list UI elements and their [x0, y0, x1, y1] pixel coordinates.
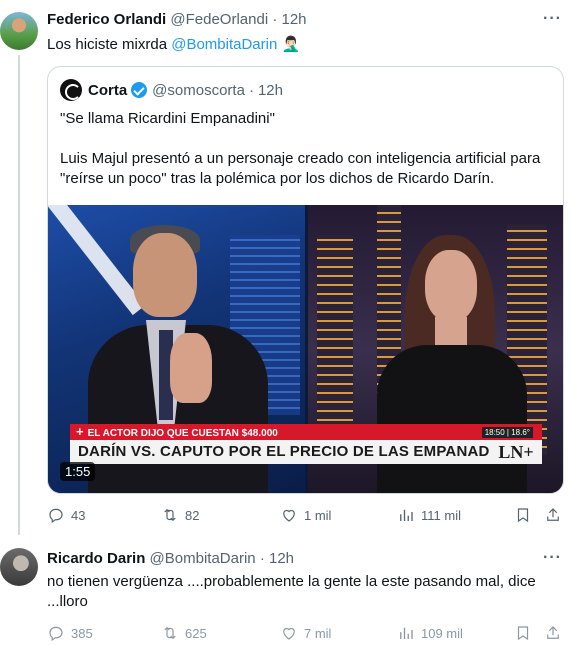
like-count: 7 mil — [304, 625, 332, 641]
author-name[interactable]: Ricardo Darin — [47, 550, 145, 567]
more-options-icon[interactable]: ··· — [543, 549, 562, 567]
video-player[interactable]: + EL ACTOR DIJO QUE CUESTAN $48.000 18:50… — [48, 205, 563, 493]
tweet-header: Ricardo Darin @BombitaDarin · 12h — [47, 550, 294, 567]
share-button[interactable] — [544, 624, 568, 642]
separator-dot: · — [248, 81, 254, 99]
quoted-author-name[interactable]: Corta — [88, 82, 127, 99]
tweet-header: Federico Orlandi @FedeOrlandi · 12h — [47, 11, 307, 28]
reply-count: 385 — [71, 625, 93, 641]
views-count: 111 mil — [421, 507, 461, 523]
tweet-text: no tienen vergüenza ....probablemente la… — [47, 573, 536, 610]
timestamp[interactable]: 12h — [269, 550, 294, 567]
news-ticker-main: DARÍN VS. CAPUTO POR EL PRECIO DE LAS EM… — [70, 440, 511, 464]
views-button[interactable]: 111 mil — [397, 506, 461, 524]
video-duration: 1:55 — [60, 462, 96, 481]
reply-button[interactable]: 43 — [47, 506, 85, 524]
more-options-icon[interactable]: ··· — [543, 10, 562, 28]
share-icon — [547, 508, 559, 521]
like-count: 1 mil — [304, 507, 332, 523]
separator-dot: · — [272, 11, 278, 28]
share-icon — [547, 626, 559, 639]
repost-button[interactable]: 82 — [161, 506, 199, 524]
repost-count: 625 — [185, 625, 207, 641]
like-icon — [283, 509, 295, 522]
reply-count: 43 — [71, 507, 86, 523]
quoted-text-line2: Luis Majul presentó a un personaje cread… — [60, 150, 541, 187]
like-icon — [283, 627, 295, 640]
views-icon — [400, 627, 413, 639]
reply-button[interactable]: 385 — [47, 624, 93, 642]
reply-icon — [49, 626, 63, 642]
tweet-actions: 43 82 1 mil 111 mil — [47, 506, 567, 526]
repost-button[interactable]: 625 — [161, 624, 207, 642]
author-handle[interactable]: @FedeOrlandi — [170, 11, 268, 28]
reply-icon — [49, 508, 63, 524]
quoted-text-line1: "Se llama Ricardini Empanadini" — [60, 110, 275, 127]
repost-icon — [164, 626, 176, 640]
quoted-timestamp[interactable]: 12h — [258, 82, 283, 99]
broadcast-clock: 18:50 | 18.6° — [481, 427, 533, 438]
ticker-top-text: EL ACTOR DIJO QUE CUESTAN $48.000 — [87, 428, 278, 439]
bookmark-icon — [517, 508, 529, 523]
views-button[interactable]: 109 mil — [397, 624, 463, 642]
tweet-actions: 385 625 7 mil 109 mil — [47, 624, 567, 644]
timestamp[interactable]: 12h — [282, 11, 307, 28]
repost-icon — [164, 508, 176, 522]
like-button[interactable]: 1 mil — [280, 506, 331, 524]
mention-link[interactable]: @BombitaDarin — [171, 36, 277, 53]
facepalm-emoji: 🤦🏻‍♂️ — [281, 36, 301, 53]
bookmark-icon — [517, 626, 529, 641]
author-name[interactable]: Federico Orlandi — [47, 11, 166, 28]
tweet-ricardo[interactable]: Ricardo Darin @BombitaDarin · 12h ··· no… — [0, 540, 584, 645]
repost-count: 82 — [185, 507, 200, 523]
thread-line — [18, 55, 20, 535]
news-ticker-top: + EL ACTOR DIJO QUE CUESTAN $48.000 — [70, 424, 542, 440]
views-count: 109 mil — [421, 625, 463, 641]
author-handle[interactable]: @BombitaDarin — [150, 550, 256, 567]
views-icon — [400, 509, 413, 521]
verified-badge-icon — [131, 82, 148, 98]
quoted-tweet-header: Corta @somoscorta · 12h — [60, 79, 287, 101]
share-button[interactable] — [544, 506, 568, 524]
separator-dot: · — [259, 550, 265, 567]
tweet-text: Los hiciste mixrda @BombitaDarin 🤦🏻‍♂️ — [47, 35, 300, 55]
quoted-author-handle[interactable]: @somoscorta — [152, 82, 245, 99]
bookmark-button[interactable] — [514, 506, 538, 524]
tweet-federico[interactable]: Federico Orlandi @FedeOrlandi · 12h ··· … — [0, 0, 584, 540]
avatar[interactable] — [0, 12, 38, 50]
like-button[interactable]: 7 mil — [280, 624, 331, 642]
channel-logo: LN+ — [490, 440, 542, 464]
tweet-text-plain: Los hiciste mixrda — [47, 36, 172, 53]
corta-logo-icon[interactable] — [60, 79, 82, 101]
quoted-tweet[interactable]: Corta @somoscorta · 12h "Se llama Ricard… — [47, 66, 564, 494]
bookmark-button[interactable] — [514, 624, 538, 642]
